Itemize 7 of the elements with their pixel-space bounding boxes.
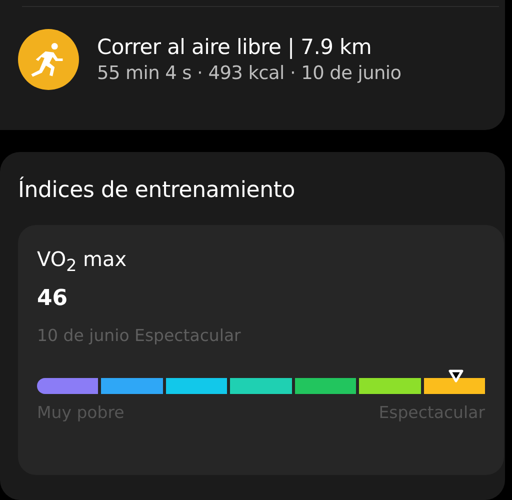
running-icon <box>18 29 79 90</box>
metric-note: 10 de junio Espectacular <box>37 326 242 345</box>
workout-title: Correr al aire libre | 7.9 km <box>97 35 373 59</box>
metric-value: 46 <box>37 286 69 311</box>
metric-name: VO$_{2}$ max <box>37 247 128 275</box>
workout-summary: 55 min 4 s · 493 kcal · 10 de junio <box>97 63 402 84</box>
section-heading: Índices de entrenamiento <box>18 178 296 203</box>
